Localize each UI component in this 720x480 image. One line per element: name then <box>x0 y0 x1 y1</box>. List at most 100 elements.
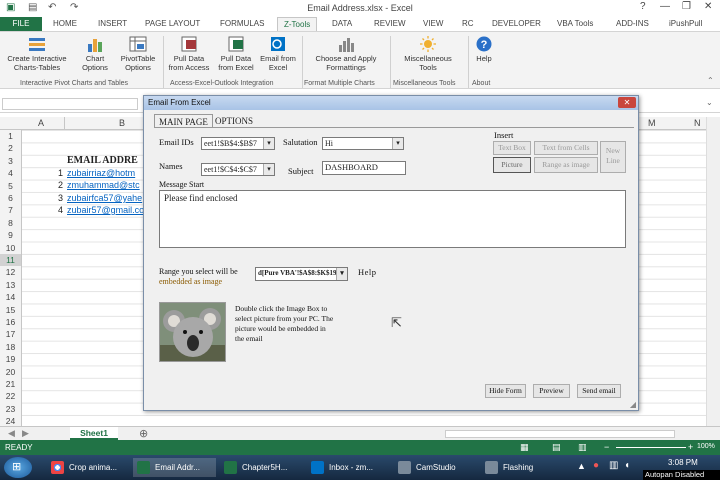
start-button[interactable]: ⊞ <box>4 457 32 478</box>
row-header[interactable]: 6 <box>0 192 21 204</box>
restore-button[interactable]: ❐ <box>682 1 691 12</box>
collapse-ribbon-icon[interactable]: ⌃ <box>707 76 714 85</box>
row-header[interactable]: 13 <box>0 279 21 291</box>
row-header[interactable]: 9 <box>0 229 21 241</box>
create-interactive-charts-button[interactable]: Create Interactive Charts-Tables <box>2 36 72 72</box>
choose-apply-formattings-button[interactable]: Choose and Apply Formattings <box>307 36 385 72</box>
zoom-level[interactable]: 100% <box>697 443 715 450</box>
taskbar-item-outlook[interactable]: Inbox - zm... <box>307 458 390 477</box>
sheet-tab-sheet1[interactable]: Sheet1 <box>70 427 118 440</box>
column-header-m[interactable]: M <box>648 118 656 128</box>
zoom-out-icon[interactable]: − <box>604 442 609 452</box>
row-header[interactable]: 3 <box>0 155 21 167</box>
help-icon[interactable]: ? <box>640 1 646 12</box>
clock-time[interactable]: 3:08 PM <box>668 458 698 467</box>
row-header[interactable]: 17 <box>0 328 21 340</box>
tab-developer[interactable]: DEVELOPER <box>492 17 541 31</box>
tab-vba-tools[interactable]: VBA Tools <box>557 17 593 31</box>
insert-picture-button[interactable]: Picture <box>493 157 531 173</box>
horizontal-scrollbar[interactable] <box>445 430 675 438</box>
row-header[interactable]: 1 <box>0 130 21 142</box>
tab-page-layout[interactable]: PAGE LAYOUT <box>145 17 200 31</box>
row-header[interactable]: 4 <box>0 167 21 179</box>
preview-button[interactable]: Preview <box>533 384 570 398</box>
row-header[interactable]: 10 <box>0 242 21 254</box>
chevron-down-icon[interactable]: ▾ <box>336 268 347 280</box>
heading-cell[interactable]: EMAIL ADDRE <box>67 155 138 166</box>
row-header[interactable]: 18 <box>0 341 21 353</box>
expand-formula-bar-icon[interactable]: ⌄ <box>706 98 713 107</box>
page-break-view-icon[interactable]: ▥ <box>578 442 587 453</box>
add-sheet-icon[interactable]: ⊕ <box>139 427 148 440</box>
pull-data-excel-button[interactable]: Pull Data from Excel <box>214 36 258 72</box>
taskbar-item-chrome[interactable]: Crop anima... <box>47 458 130 477</box>
insert-range-as-image-button[interactable]: Range as image <box>534 157 598 173</box>
row-header[interactable]: 11 <box>0 254 21 267</box>
names-refedit[interactable]: eet1!$C$4:$C$7 ▾ <box>201 163 275 176</box>
dialog-close-button[interactable]: ✕ <box>618 97 636 108</box>
image-box[interactable] <box>159 302 226 362</box>
subject-input[interactable]: DASHBOARD <box>322 161 406 175</box>
tab-ipushpull[interactable]: iPushPull <box>669 17 702 31</box>
network-icon[interactable]: ▥ <box>609 460 618 471</box>
email-cell[interactable]: zmuhammad@stc <box>67 180 140 190</box>
email-cell[interactable]: zubair57@gmail.co <box>67 205 144 215</box>
taskbar-item-flashing[interactable]: Flashing <box>481 458 564 477</box>
chevron-down-icon[interactable]: ▾ <box>263 164 274 175</box>
row-header[interactable]: 19 <box>0 353 21 365</box>
email-cell[interactable]: zubairriaz@hotm <box>67 168 135 178</box>
tab-options[interactable]: OPTIONS <box>211 114 257 128</box>
zoom-slider[interactable] <box>616 447 686 448</box>
insert-text-from-cells-button[interactable]: Text from Cells <box>534 141 598 155</box>
row-header[interactable]: 12 <box>0 266 21 278</box>
tab-main-page[interactable]: MAIN PAGE <box>154 114 213 128</box>
close-button[interactable]: ✕ <box>704 1 712 12</box>
page-layout-view-icon[interactable]: ▤ <box>552 442 561 453</box>
tab-formulas[interactable]: FORMULAS <box>220 17 264 31</box>
taskbar-item-excel-chapter[interactable]: Chapter5H... <box>220 458 303 477</box>
row-header[interactable]: 20 <box>0 366 21 378</box>
tab-view[interactable]: VIEW <box>423 17 443 31</box>
next-sheet-icon[interactable]: ▶ <box>22 428 29 439</box>
row-header[interactable]: 22 <box>0 390 21 402</box>
help-button[interactable]: ? Help <box>470 36 498 63</box>
row-header[interactable]: 23 <box>0 403 21 415</box>
pull-data-access-button[interactable]: Pull Data from Access <box>166 36 212 72</box>
record-tray-icon[interactable]: ● <box>593 460 599 471</box>
row-header[interactable]: 2 <box>0 142 21 154</box>
email-cell[interactable]: zubairfca57@yahe <box>67 193 142 203</box>
pivottable-options-button[interactable]: PivotTable Options <box>116 36 160 72</box>
column-header-a[interactable]: A <box>38 118 44 128</box>
message-textarea[interactable]: Please find enclosed <box>159 190 626 248</box>
tab-data[interactable]: DATA <box>332 17 352 31</box>
column-header-b[interactable]: B <box>119 118 125 128</box>
tab-rc[interactable]: RC <box>462 17 474 31</box>
name-box[interactable] <box>2 98 138 110</box>
resize-grip-icon[interactable]: ◢ <box>630 400 636 409</box>
show-hidden-icons-icon[interactable]: ▲ <box>577 461 586 471</box>
taskbar-item-camstudio[interactable]: CamStudio <box>394 458 477 477</box>
send-email-button[interactable]: Send email <box>577 384 621 398</box>
row-header[interactable]: 14 <box>0 291 21 303</box>
hide-form-button[interactable]: Hide Form <box>485 384 526 398</box>
taskbar-item-excel-email[interactable]: Email Addr... <box>133 458 216 477</box>
email-from-excel-button[interactable]: Email from Excel <box>258 36 298 72</box>
minimize-button[interactable]: — <box>660 1 670 12</box>
insert-text-box-button[interactable]: Text Box <box>493 141 531 155</box>
number-cell[interactable]: 2 <box>58 180 63 190</box>
help-link[interactable]: Help <box>358 267 377 277</box>
vertical-scrollbar[interactable] <box>706 117 720 426</box>
number-cell[interactable]: 3 <box>58 193 63 203</box>
zoom-in-icon[interactable]: + <box>688 442 693 452</box>
row-header[interactable]: 8 <box>0 217 21 229</box>
miscellaneous-tools-button[interactable]: Miscellaneous Tools <box>396 36 460 72</box>
number-cell[interactable]: 4 <box>58 205 63 215</box>
tab-add-ins[interactable]: ADD-INS <box>616 17 649 31</box>
chevron-down-icon[interactable]: ▾ <box>392 138 403 149</box>
row-header[interactable]: 16 <box>0 316 21 328</box>
row-header[interactable]: 5 <box>0 180 21 192</box>
email-ids-refedit[interactable]: eet1!$B$4:$B$7 ▾ <box>201 137 275 150</box>
tab-z-tools[interactable]: Z-Tools <box>277 17 318 31</box>
row-header[interactable]: 21 <box>0 378 21 390</box>
prev-sheet-icon[interactable]: ◀ <box>8 428 15 439</box>
